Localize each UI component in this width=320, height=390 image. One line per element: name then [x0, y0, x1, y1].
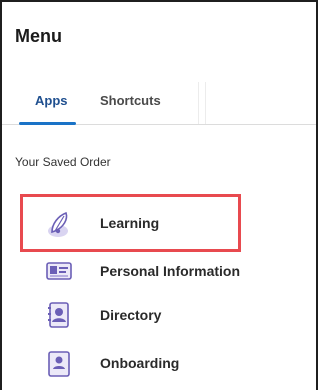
- directory-book-icon: [46, 302, 72, 328]
- saved-order-label: Your Saved Order: [15, 155, 111, 169]
- app-item-label: Learning: [100, 215, 160, 231]
- app-item-learning[interactable]: Learning: [2, 202, 302, 246]
- active-tab-indicator: [19, 122, 76, 125]
- tab-divider: [205, 82, 206, 124]
- app-item-label: Directory: [100, 307, 162, 323]
- app-item-personal-information[interactable]: Personal Information: [2, 250, 302, 294]
- app-item-directory[interactable]: Directory: [2, 294, 302, 338]
- app-item-label: Personal Information: [100, 263, 241, 279]
- tab-bar: Apps Shortcuts: [2, 82, 316, 125]
- menu-panel: Menu Apps Shortcuts Your Saved Order Lea…: [0, 0, 318, 390]
- tab-apps[interactable]: Apps: [35, 93, 68, 108]
- onboarding-icon: [46, 350, 72, 377]
- learning-icon: [46, 210, 72, 237]
- tab-divider: [198, 82, 199, 124]
- id-card-icon: [46, 258, 72, 284]
- tab-shortcuts[interactable]: Shortcuts: [100, 93, 161, 108]
- menu-title: Menu: [15, 26, 62, 46]
- app-item-onboarding[interactable]: Onboarding: [2, 342, 302, 386]
- app-item-label: Onboarding: [100, 355, 180, 371]
